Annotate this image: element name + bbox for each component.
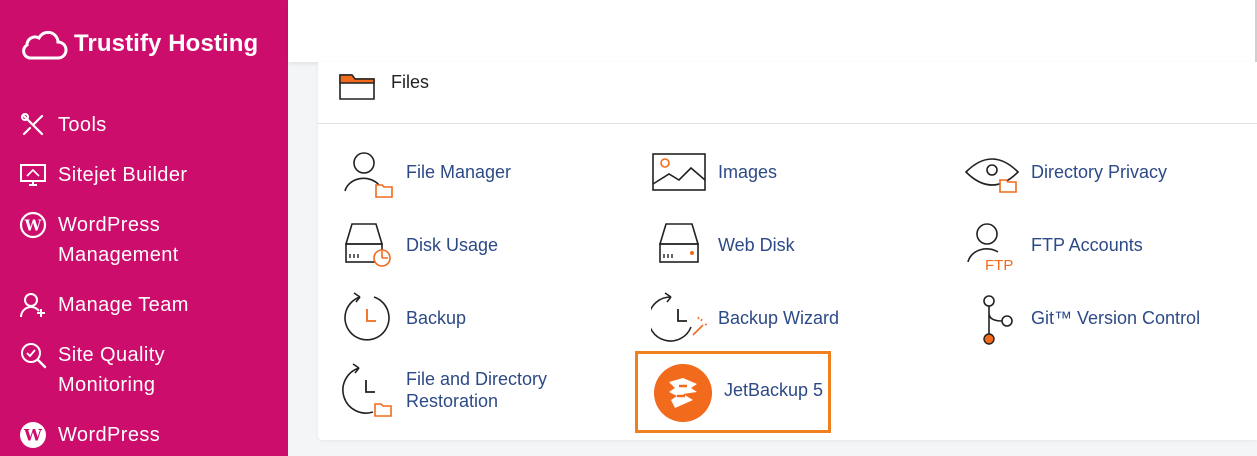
- file-manager-icon: [338, 143, 396, 201]
- item-label: File Manager: [406, 162, 512, 182]
- sidebar-item-label: Tools: [58, 114, 107, 136]
- svg-text:W: W: [23, 426, 43, 445]
- web-disk-link[interactable]: Web Disk: [650, 216, 795, 274]
- images-icon: [650, 143, 708, 201]
- ftp-accounts-icon: FTP: [963, 216, 1021, 274]
- sidebar-item-site-quality[interactable]: Site Quality Monitoring: [18, 340, 165, 400]
- disk-usage-link[interactable]: Disk Usage: [338, 216, 498, 274]
- item-label: Images: [718, 162, 778, 182]
- sidebar-item-sitejet[interactable]: Sitejet Builder: [18, 160, 187, 190]
- directory-privacy-icon: [963, 143, 1021, 201]
- brand-name: Trustify Hosting: [74, 30, 259, 57]
- file-manager-link[interactable]: File Manager: [338, 143, 511, 201]
- item-label: Backup: [406, 308, 467, 328]
- site-quality-icon: [18, 340, 48, 370]
- git-version-control-link[interactable]: Git™ Version Control: [963, 289, 1200, 347]
- top-header: [288, 0, 1257, 62]
- git-icon: [963, 289, 1021, 347]
- wordpress-icon: W: [18, 420, 48, 450]
- files-panel-header[interactable]: Files: [318, 62, 1257, 124]
- ftp-accounts-link[interactable]: FTP FTP Accounts: [963, 216, 1143, 274]
- sidebar-item-label: Site Quality Monitoring: [58, 344, 166, 396]
- jetbackup-link[interactable]: JetBackup 5: [635, 351, 831, 433]
- item-label: FTP Accounts: [1031, 235, 1143, 255]
- images-link[interactable]: Images: [650, 143, 777, 201]
- ftp-badge: FTP: [985, 257, 1013, 272]
- backup-wizard-icon: [650, 289, 708, 347]
- sidebar: Trustify Hosting Tools Sitejet Builder W…: [0, 0, 288, 456]
- wordpress-icon: W: [18, 210, 48, 240]
- web-disk-icon: [650, 216, 708, 274]
- backup-wizard-link[interactable]: Backup Wizard: [650, 289, 839, 347]
- item-label: Disk Usage: [406, 235, 499, 255]
- item-label: File and Directory Restoration: [406, 369, 548, 411]
- sidebar-item-tools[interactable]: Tools: [18, 110, 107, 140]
- sitejet-icon: [18, 160, 48, 190]
- manage-team-icon: [18, 290, 48, 320]
- sidebar-item-manage-team[interactable]: Manage Team: [18, 290, 189, 320]
- backup-link[interactable]: Backup: [338, 289, 466, 347]
- sidebar-item-label: WordPress Management: [58, 214, 179, 266]
- backup-icon: [338, 289, 396, 347]
- sidebar-item-label: Sitejet Builder: [58, 164, 188, 186]
- sidebar-item-label: Manage Team: [58, 294, 189, 316]
- file-directory-restoration-link[interactable]: File and Directory Restoration: [338, 361, 547, 419]
- sidebar-item-label: WordPress: [58, 424, 161, 446]
- sidebar-item-wordpress-management[interactable]: W WordPress Management: [18, 210, 179, 270]
- jetbackup-icon: [654, 364, 712, 422]
- section-title: Files: [391, 72, 430, 92]
- folder-icon: [339, 72, 375, 105]
- sidebar-item-wordpress[interactable]: W WordPress: [18, 420, 160, 450]
- item-label: Web Disk: [718, 235, 795, 255]
- item-label: Git™ Version Control: [1031, 308, 1201, 328]
- brand[interactable]: Trustify Hosting: [18, 26, 258, 62]
- item-label: Backup Wizard: [718, 308, 840, 328]
- item-label: JetBackup 5: [724, 380, 824, 400]
- tools-icon: [18, 110, 48, 140]
- svg-text:W: W: [24, 217, 43, 235]
- item-label: Directory Privacy: [1031, 162, 1168, 182]
- directory-privacy-link[interactable]: Directory Privacy: [963, 143, 1167, 201]
- cloud-logo-icon: [22, 30, 68, 60]
- restoration-icon: [338, 361, 396, 419]
- disk-usage-icon: [338, 216, 396, 274]
